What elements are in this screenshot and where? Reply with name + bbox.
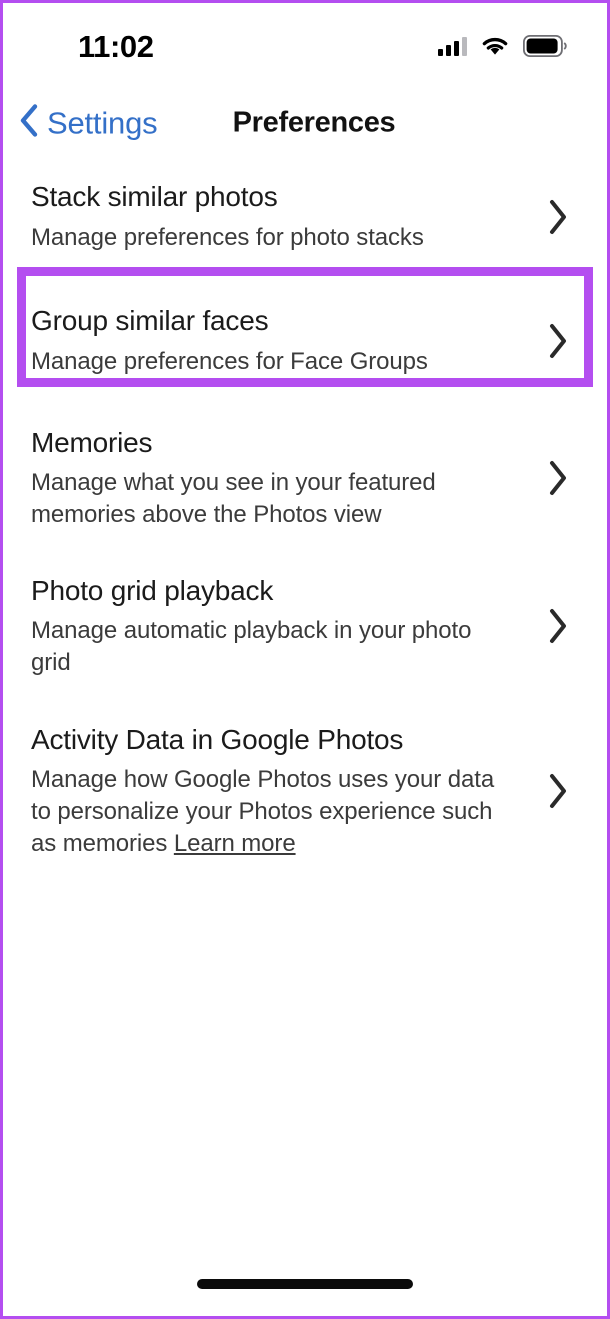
list-item-title: Group similar faces	[31, 305, 269, 337]
preferences-list: Stack similar photos Manage preferences …	[3, 163, 607, 1236]
status-time: 11:02	[78, 28, 154, 64]
chevron-right-icon[interactable]	[535, 459, 581, 497]
list-item-group-similar-faces[interactable]: Group similar faces Manage preferences f…	[3, 293, 607, 389]
list-item-memories[interactable]: Memories Manage what you see in your fea…	[3, 415, 607, 541]
list-item-subtitle: Manage automatic playback in your photo …	[31, 616, 472, 676]
list-item-subtitle: Manage what you see in your featured mem…	[31, 468, 436, 528]
wifi-icon	[480, 35, 510, 57]
list-item-activity-data-in-google-photos[interactable]: Activity Data in Google Photos Manage ho…	[3, 711, 607, 871]
chevron-right-icon[interactable]	[535, 607, 581, 645]
chevron-right-icon[interactable]	[535, 322, 581, 360]
list-item-title: Memories	[31, 426, 153, 458]
list-item-text: Photo grid playback Manage automatic pla…	[31, 574, 535, 679]
learn-more-link[interactable]: Learn more	[174, 830, 296, 857]
list-item-stack-similar-photos[interactable]: Stack similar photos Manage preferences …	[3, 169, 607, 265]
list-item-text: Group similar faces Manage preferences f…	[31, 304, 535, 377]
list-item-photo-grid-playback[interactable]: Photo grid playback Manage automatic pla…	[3, 563, 607, 689]
list-item-subtitle: Manage preferences for photo stacks	[31, 223, 424, 251]
status-bar: 11:02	[3, 3, 607, 89]
battery-icon	[523, 35, 567, 57]
phone-screen: 11:02 Settings Preferences Stack similar…	[0, 0, 610, 1319]
list-item-title: Stack similar photos	[31, 181, 278, 213]
list-item-text: Memories Manage what you see in your fea…	[31, 426, 535, 531]
cellular-signal-icon	[438, 36, 467, 56]
navigation-bar: Settings Preferences	[3, 89, 607, 157]
list-item-subtitle: Manage preferences for Face Groups	[31, 347, 428, 375]
status-icons	[438, 35, 567, 57]
list-item-text: Activity Data in Google Photos Manage ho…	[31, 723, 535, 860]
list-item-title: Activity Data in Google Photos	[31, 723, 404, 755]
list-item-text: Stack similar photos Manage preferences …	[31, 180, 535, 253]
home-indicator	[197, 1279, 413, 1289]
page-title: Preferences	[232, 106, 396, 139]
list-item-subtitle: Manage how Google Photos uses your data …	[31, 764, 511, 860]
chevron-right-icon[interactable]	[535, 772, 581, 810]
chevron-right-icon[interactable]	[535, 198, 581, 236]
list-item-title: Photo grid playback	[31, 574, 274, 606]
